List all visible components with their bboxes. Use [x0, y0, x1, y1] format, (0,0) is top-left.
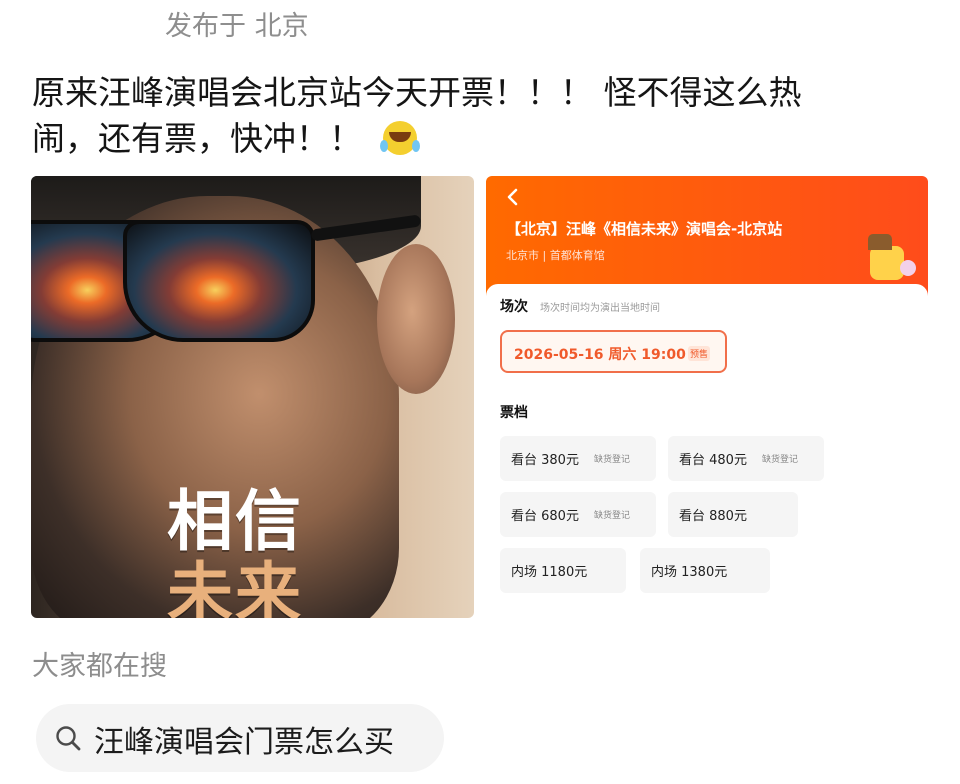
- ticket-tier-1380[interactable]: 内场 1380元: [640, 548, 770, 593]
- post-text: 原来汪峰演唱会北京站今天开票！！！ 怪不得这么热 闹，还有票，快冲！！: [32, 70, 932, 162]
- sunglasses: [31, 214, 422, 344]
- poster-title-line-1: 相信: [167, 483, 303, 560]
- ticket-tier-380[interactable]: 看台 380元 缺货登记: [500, 436, 656, 481]
- event-venue: 北京市 | 首都体育馆: [506, 249, 605, 262]
- suggested-search-query: 汪峰演唱会门票怎么买: [94, 725, 394, 760]
- presale-tag: 预售: [688, 346, 711, 361]
- post-text-line-2-content: 闹，还有票，快冲！！: [32, 119, 362, 158]
- back-chevron-icon[interactable]: [504, 188, 522, 206]
- suggested-search-chip[interactable]: 汪峰演唱会门票怎么买: [36, 704, 444, 772]
- search-section-heading: 大家都在搜: [32, 651, 167, 682]
- concert-poster-image[interactable]: 相信 未来: [31, 176, 474, 618]
- ticket-tier-label: 看台 680元: [511, 509, 579, 524]
- post-text-line-1: 原来汪峰演唱会北京站今天开票！！！ 怪不得这么热: [32, 73, 802, 112]
- event-title: 【北京】汪峰《相信未来》演唱会-北京站: [506, 220, 783, 238]
- right-lens: [123, 220, 315, 342]
- waitlist-tag: 缺货登记: [762, 455, 799, 465]
- ticket-tier-heading: 票档: [500, 405, 528, 421]
- post-location: 发布于 北京: [165, 11, 309, 42]
- poster-title: 相信 未来: [167, 483, 377, 619]
- ticket-tier-1180[interactable]: 内场 1180元: [500, 548, 626, 593]
- post-text-line-2: 闹，还有票，快冲！！: [32, 116, 932, 162]
- waitlist-tag: 缺货登记: [594, 455, 631, 465]
- ticket-app-header: 【北京】汪峰《相信未来》演唱会-北京站 北京市 | 首都体育馆: [486, 176, 928, 296]
- poster-title-line-2: 未来: [167, 555, 303, 619]
- laughing-crying-emoji-icon: [379, 121, 417, 155]
- ticket-tier-label: 内场 1380元: [651, 565, 728, 580]
- mascot-icon: [868, 234, 916, 280]
- ticket-options-sheet: 场次 场次时间均为演出当地时间 2026-05-16 周六 19:00 预售 票…: [486, 284, 928, 618]
- session-date-time: 2026-05-16 周六 19:00: [514, 347, 686, 363]
- waitlist-tag: 缺货登记: [594, 511, 631, 521]
- session-option[interactable]: 2026-05-16 周六 19:00 预售: [500, 330, 727, 373]
- session-heading: 场次: [500, 299, 528, 315]
- ticket-tier-label: 看台 880元: [679, 509, 747, 524]
- session-note: 场次时间均为演出当地时间: [540, 303, 660, 314]
- ticket-tier-label: 看台 380元: [511, 453, 579, 468]
- search-icon: [56, 726, 81, 751]
- ticket-tier-label: 看台 480元: [679, 453, 747, 468]
- ticket-tier-480[interactable]: 看台 480元 缺货登记: [668, 436, 824, 481]
- ticket-tier-680[interactable]: 看台 680元 缺货登记: [500, 492, 656, 537]
- ticket-tier-880[interactable]: 看台 880元: [668, 492, 798, 537]
- ticket-app-screenshot[interactable]: 【北京】汪峰《相信未来》演唱会-北京站 北京市 | 首都体育馆 场次 场次时间均…: [486, 176, 928, 618]
- ticket-tier-label: 内场 1180元: [511, 565, 588, 580]
